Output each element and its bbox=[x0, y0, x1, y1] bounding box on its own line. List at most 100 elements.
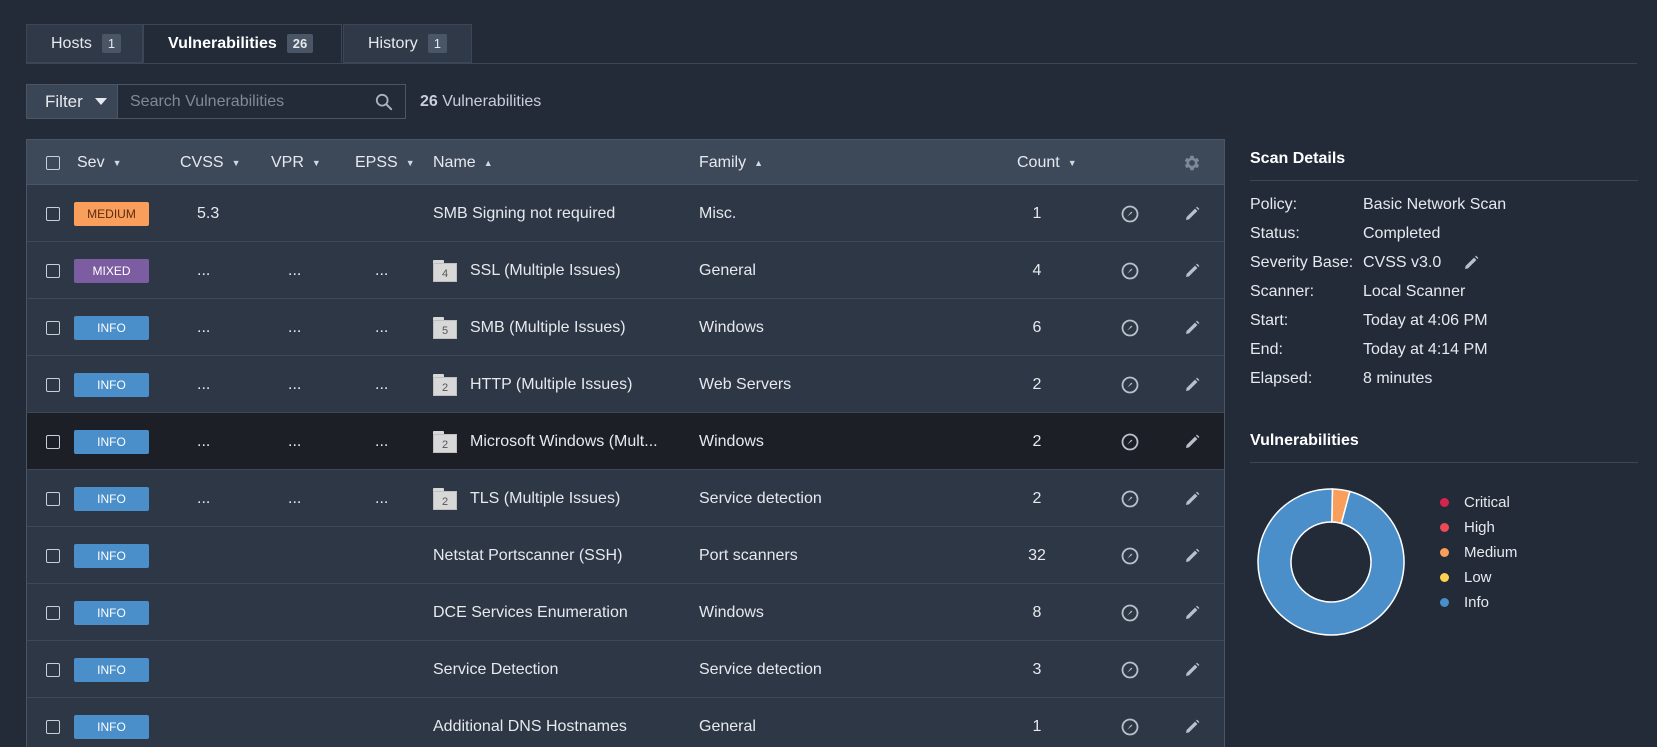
table-row[interactable]: MIXED......... 4 SSL (Multiple Issues) Gene… bbox=[26, 242, 1225, 299]
table-row[interactable]: MEDIUM 5.3 SMB Signing not required Misc. 1 bbox=[26, 185, 1225, 242]
edit-button[interactable] bbox=[1182, 641, 1202, 698]
tab-vulnerabilities[interactable]: Vulnerabilities 26 bbox=[143, 24, 342, 63]
row-checkbox[interactable] bbox=[46, 242, 60, 299]
legend-item: High bbox=[1440, 515, 1517, 540]
row-checkbox[interactable] bbox=[46, 299, 60, 356]
row-checkbox[interactable] bbox=[46, 527, 60, 584]
column-settings[interactable] bbox=[1182, 140, 1202, 186]
clock-check-icon[interactable] bbox=[1120, 660, 1140, 680]
pencil-icon[interactable] bbox=[1182, 432, 1202, 452]
name-cell[interactable]: 2 TLS (Multiple Issues) bbox=[433, 470, 620, 527]
pencil-icon[interactable] bbox=[1182, 375, 1202, 395]
clock-check-icon[interactable] bbox=[1120, 546, 1140, 566]
edit-button[interactable] bbox=[1182, 698, 1202, 747]
tab-history[interactable]: History 1 bbox=[343, 24, 472, 63]
severity-badge: INFO bbox=[74, 486, 149, 511]
name-cell[interactable]: Netstat Portscanner (SSH) bbox=[433, 527, 622, 584]
clock-check-icon[interactable] bbox=[1120, 717, 1140, 737]
column-vpr[interactable]: VPR ▼ bbox=[271, 140, 321, 186]
column-sev[interactable]: Sev ▼ bbox=[77, 140, 122, 186]
severity-cell: INFO bbox=[74, 470, 149, 527]
live-result-button[interactable] bbox=[1120, 470, 1140, 527]
name-cell[interactable]: Service Detection bbox=[433, 641, 558, 698]
pencil-icon[interactable] bbox=[1182, 603, 1202, 623]
name-cell[interactable]: 4 SSL (Multiple Issues) bbox=[433, 242, 621, 299]
scan-detail-value-wrap: Today at 4:06 PM bbox=[1363, 312, 1488, 330]
row-checkbox[interactable] bbox=[46, 356, 60, 413]
pencil-icon[interactable] bbox=[1182, 546, 1202, 566]
pencil-icon[interactable] bbox=[1182, 204, 1202, 224]
live-result-button[interactable] bbox=[1120, 413, 1140, 470]
sort-desc-icon: ▼ bbox=[112, 158, 122, 168]
live-result-button[interactable] bbox=[1120, 356, 1140, 413]
name-cell[interactable]: DCE Services Enumeration bbox=[433, 584, 628, 641]
row-checkbox[interactable] bbox=[46, 470, 60, 527]
table-row[interactable]: INFO......... 2 Microsoft Windows (Mult...… bbox=[26, 413, 1225, 470]
tab-hosts-count: 1 bbox=[101, 34, 122, 53]
pencil-icon[interactable] bbox=[1182, 717, 1202, 737]
name-cell[interactable]: 2 HTTP (Multiple Issues) bbox=[433, 356, 632, 413]
gear-icon[interactable] bbox=[1182, 153, 1202, 173]
clock-check-icon[interactable] bbox=[1120, 204, 1140, 224]
clock-check-icon[interactable] bbox=[1120, 375, 1140, 395]
name-cell[interactable]: 2 Microsoft Windows (Mult... bbox=[433, 413, 658, 470]
table-row[interactable]: INFO Netstat Portscanner (SSH) Port scanne… bbox=[26, 527, 1225, 584]
row-checkbox[interactable] bbox=[46, 413, 60, 470]
pencil-icon[interactable] bbox=[1182, 489, 1202, 509]
clock-check-icon[interactable] bbox=[1120, 489, 1140, 509]
edit-button[interactable] bbox=[1182, 470, 1202, 527]
column-epss[interactable]: EPSS ▼ bbox=[355, 140, 415, 186]
edit-button[interactable] bbox=[1182, 527, 1202, 584]
edit-button[interactable] bbox=[1182, 584, 1202, 641]
row-checkbox[interactable] bbox=[46, 698, 60, 747]
search-input[interactable] bbox=[118, 92, 358, 111]
clock-check-icon[interactable] bbox=[1120, 603, 1140, 623]
row-checkbox[interactable] bbox=[46, 584, 60, 641]
table-row[interactable]: INFO......... 5 SMB (Multiple Issues) Windo… bbox=[26, 299, 1225, 356]
select-all-checkbox[interactable] bbox=[46, 140, 60, 186]
edit-button[interactable] bbox=[1182, 413, 1202, 470]
table-row[interactable]: INFO Service Detection Service detection 3 bbox=[26, 641, 1225, 698]
live-result-button[interactable] bbox=[1120, 584, 1140, 641]
table-row[interactable]: INFO......... 2 TLS (Multiple Issues) Servi… bbox=[26, 470, 1225, 527]
pencil-icon[interactable] bbox=[1461, 253, 1481, 273]
caret-down-icon bbox=[94, 98, 107, 105]
live-result-button[interactable] bbox=[1120, 299, 1140, 356]
filter-button[interactable]: Filter bbox=[26, 84, 118, 119]
table-row[interactable]: INFO DCE Services Enumeration Windows 8 bbox=[26, 584, 1225, 641]
column-name[interactable]: Name ▲ bbox=[433, 140, 493, 186]
count-cell: 2 bbox=[1032, 375, 1042, 393]
table-row[interactable]: INFO Additional DNS Hostnames General 1 bbox=[26, 698, 1225, 747]
name-cell[interactable]: Additional DNS Hostnames bbox=[433, 698, 627, 747]
live-result-button[interactable] bbox=[1120, 242, 1140, 299]
column-cvss[interactable]: CVSS ▼ bbox=[180, 140, 241, 186]
severity-cell: INFO bbox=[74, 527, 149, 584]
name-cell[interactable]: SMB Signing not required bbox=[433, 185, 615, 242]
clock-check-icon[interactable] bbox=[1120, 432, 1140, 452]
name-cell[interactable]: 5 SMB (Multiple Issues) bbox=[433, 299, 626, 356]
clock-check-icon[interactable] bbox=[1120, 318, 1140, 338]
pencil-icon[interactable] bbox=[1182, 318, 1202, 338]
edit-button[interactable] bbox=[1182, 185, 1202, 242]
search-icon[interactable] bbox=[375, 93, 393, 111]
edit-button[interactable] bbox=[1182, 299, 1202, 356]
live-result-button[interactable] bbox=[1120, 185, 1140, 242]
severity-badge: INFO bbox=[74, 315, 149, 340]
tabs-divider bbox=[26, 63, 1637, 64]
pencil-icon[interactable] bbox=[1182, 660, 1202, 680]
column-family[interactable]: Family ▲ bbox=[699, 140, 763, 186]
row-checkbox[interactable] bbox=[46, 185, 60, 242]
live-result-button[interactable] bbox=[1120, 698, 1140, 747]
table-row[interactable]: INFO......... 2 HTTP (Multiple Issues) Web … bbox=[26, 356, 1225, 413]
clock-check-icon[interactable] bbox=[1120, 261, 1140, 281]
column-count[interactable]: Count ▼ bbox=[1017, 140, 1077, 186]
live-result-button[interactable] bbox=[1120, 641, 1140, 698]
scan-detail-value: 8 minutes bbox=[1363, 369, 1433, 387]
cvss-cell bbox=[197, 698, 217, 747]
pencil-icon[interactable] bbox=[1182, 261, 1202, 281]
row-checkbox[interactable] bbox=[46, 641, 60, 698]
edit-button[interactable] bbox=[1182, 356, 1202, 413]
edit-button[interactable] bbox=[1182, 242, 1202, 299]
tab-hosts[interactable]: Hosts 1 bbox=[26, 24, 143, 63]
live-result-button[interactable] bbox=[1120, 527, 1140, 584]
